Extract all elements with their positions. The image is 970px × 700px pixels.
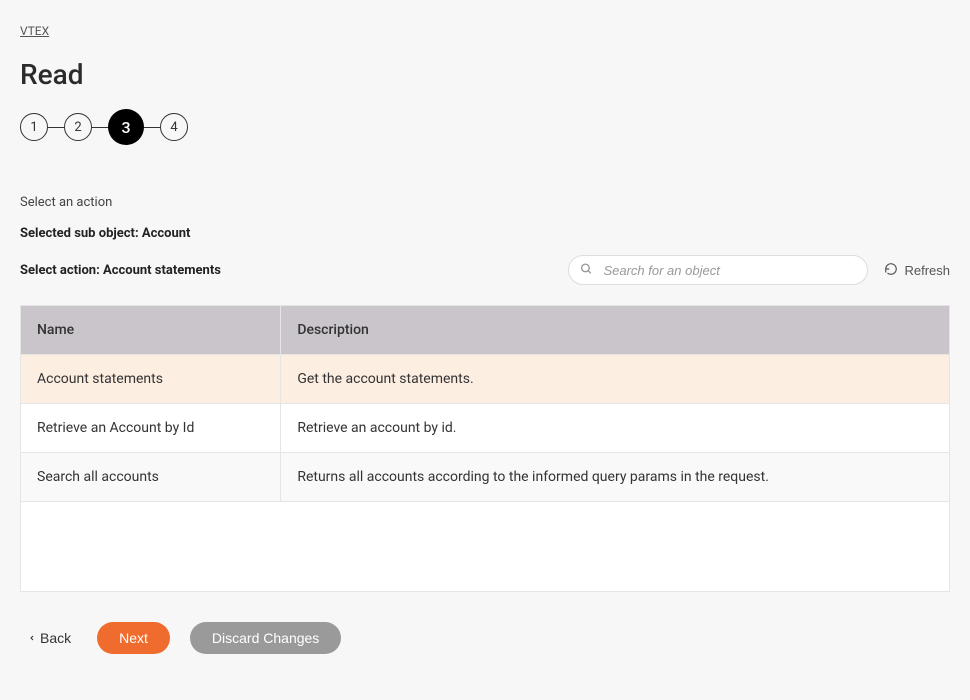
table-cell-description: Get the account statements. [281,355,949,404]
breadcrumb[interactable]: VTEX [20,24,49,38]
stepper: 1 2 3 4 [20,109,950,145]
search-wrapper [568,255,868,285]
page-title: Read [20,58,950,91]
refresh-icon [884,262,898,279]
step-connector [144,127,160,128]
discard-button[interactable]: Discard Changes [190,622,341,654]
refresh-label: Refresh [904,263,950,278]
back-button[interactable]: Back [20,630,71,646]
step-4[interactable]: 4 [160,113,188,141]
table-cell-name: Account statements [21,355,281,404]
action-table: Name Description Account statements Get … [20,305,950,592]
step-connector [48,127,64,128]
step-2[interactable]: 2 [64,113,92,141]
table-header-name: Name [21,306,281,355]
step-3[interactable]: 3 [108,109,144,145]
back-label: Back [40,630,71,646]
selected-sub-object: Selected sub object: Account [20,226,950,241]
table-row[interactable]: Retrieve an Account by Id Retrieve an ac… [21,404,949,453]
table-row[interactable]: Search all accounts Returns all accounts… [21,453,949,502]
next-button[interactable]: Next [97,622,170,654]
select-action-label: Select action: Account statements [20,263,221,278]
table-cell-name: Retrieve an Account by Id [21,404,281,453]
table-cell-name: Search all accounts [21,453,281,502]
step-1[interactable]: 1 [20,113,48,141]
search-input[interactable] [568,255,868,285]
refresh-button[interactable]: Refresh [884,262,950,279]
search-icon [580,261,593,280]
table-header-description: Description [281,306,949,355]
footer-buttons: Back Next Discard Changes [20,622,950,654]
table-cell-description: Retrieve an account by id. [281,404,949,453]
table-cell-description: Returns all accounts according to the in… [281,453,949,502]
table-row[interactable]: Account statements Get the account state… [21,355,949,404]
instruction-text: Select an action [20,195,950,210]
table-empty-space [21,501,949,591]
chevron-left-icon [28,630,36,646]
step-connector [92,127,108,128]
